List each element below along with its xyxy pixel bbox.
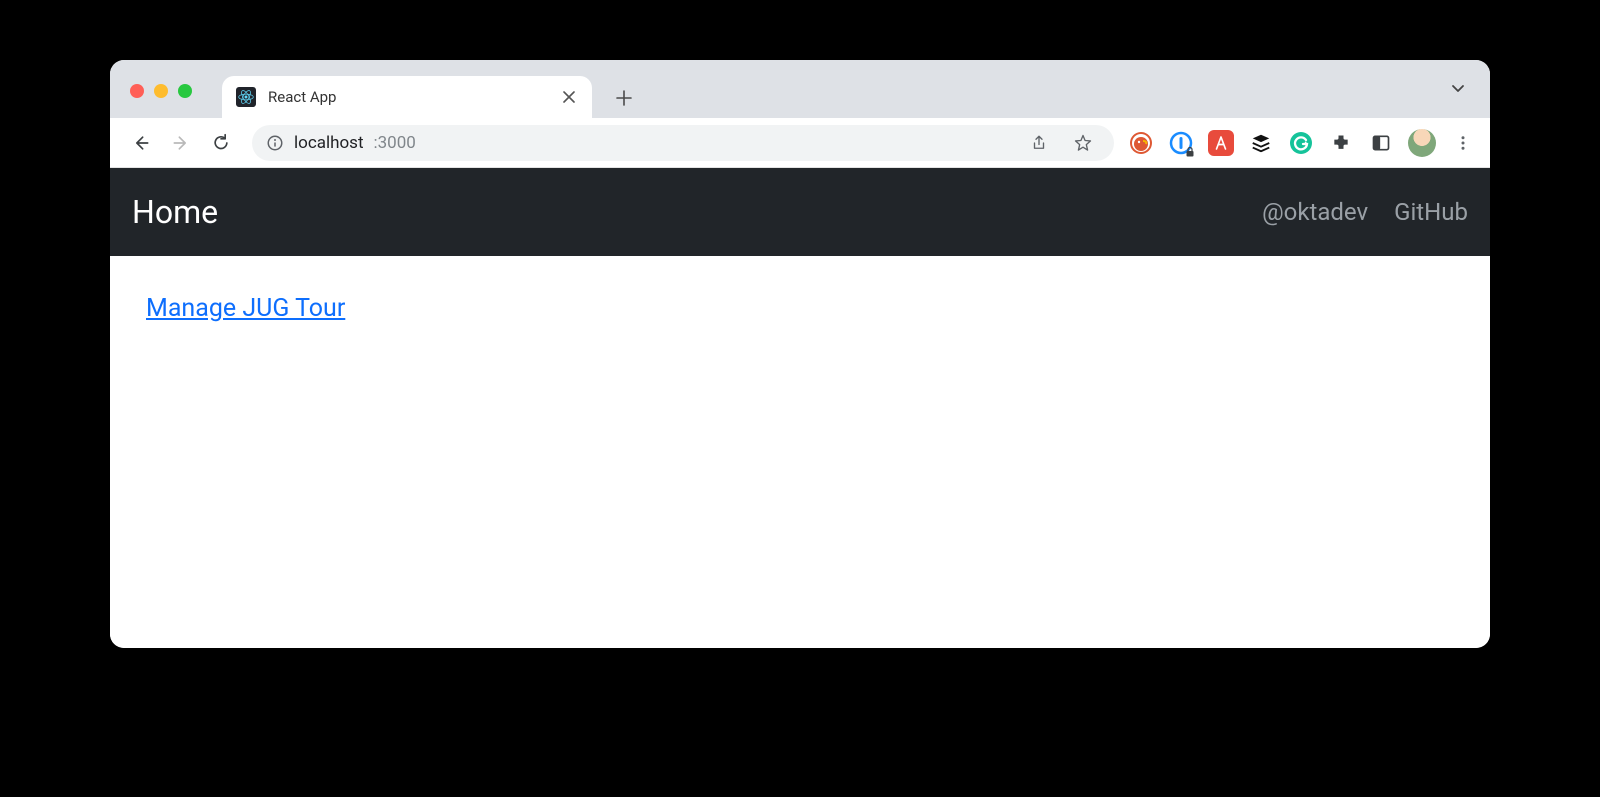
browser-tab-active[interactable]: React App <box>222 76 592 118</box>
navbar-brand[interactable]: Home <box>132 193 218 231</box>
reload-button[interactable] <box>204 126 238 160</box>
ext-buffer-icon[interactable] <box>1248 130 1274 156</box>
page-content: Manage JUG Tour <box>110 256 1490 361</box>
tab-title: React App <box>268 88 548 106</box>
tab-close-button[interactable] <box>560 88 578 106</box>
extensions-row <box>1128 129 1476 157</box>
bookmark-button[interactable] <box>1066 126 1100 160</box>
address-bar[interactable]: localhost :3000 <box>252 125 1114 161</box>
share-button[interactable] <box>1022 126 1056 160</box>
new-tab-button[interactable] <box>606 80 642 116</box>
ext-duckduckgo-icon[interactable] <box>1128 130 1154 156</box>
nav-link-oktadev[interactable]: @oktadev <box>1262 198 1368 226</box>
url-port: :3000 <box>374 133 416 153</box>
back-button[interactable] <box>124 126 158 160</box>
app-navbar: Home @oktadev GitHub <box>110 168 1490 256</box>
nav-link-github[interactable]: GitHub <box>1394 198 1468 226</box>
tabs-dropdown-button[interactable] <box>1450 80 1466 96</box>
ext-asciidoctor-icon[interactable] <box>1208 130 1234 156</box>
window-controls <box>130 84 192 98</box>
ext-onepassword-icon[interactable] <box>1168 130 1194 156</box>
window-minimize-button[interactable] <box>154 84 168 98</box>
react-favicon <box>236 87 256 107</box>
forward-button[interactable] <box>164 126 198 160</box>
side-panel-icon[interactable] <box>1368 130 1394 156</box>
browser-toolbar: localhost :3000 <box>110 118 1490 168</box>
browser-window: React App localhost :3000 <box>110 60 1490 648</box>
tab-strip: React App <box>110 60 1490 118</box>
manage-jug-tour-link[interactable]: Manage JUG Tour <box>146 294 345 323</box>
profile-avatar[interactable] <box>1408 129 1436 157</box>
extensions-menu-icon[interactable] <box>1328 130 1354 156</box>
window-zoom-button[interactable] <box>178 84 192 98</box>
site-info-icon[interactable] <box>266 134 284 152</box>
url-host: localhost <box>294 133 364 153</box>
ext-grammarly-icon[interactable] <box>1288 130 1314 156</box>
page-viewport: Home @oktadev GitHub Manage JUG Tour <box>110 168 1490 648</box>
window-close-button[interactable] <box>130 84 144 98</box>
browser-menu-button[interactable] <box>1450 130 1476 156</box>
